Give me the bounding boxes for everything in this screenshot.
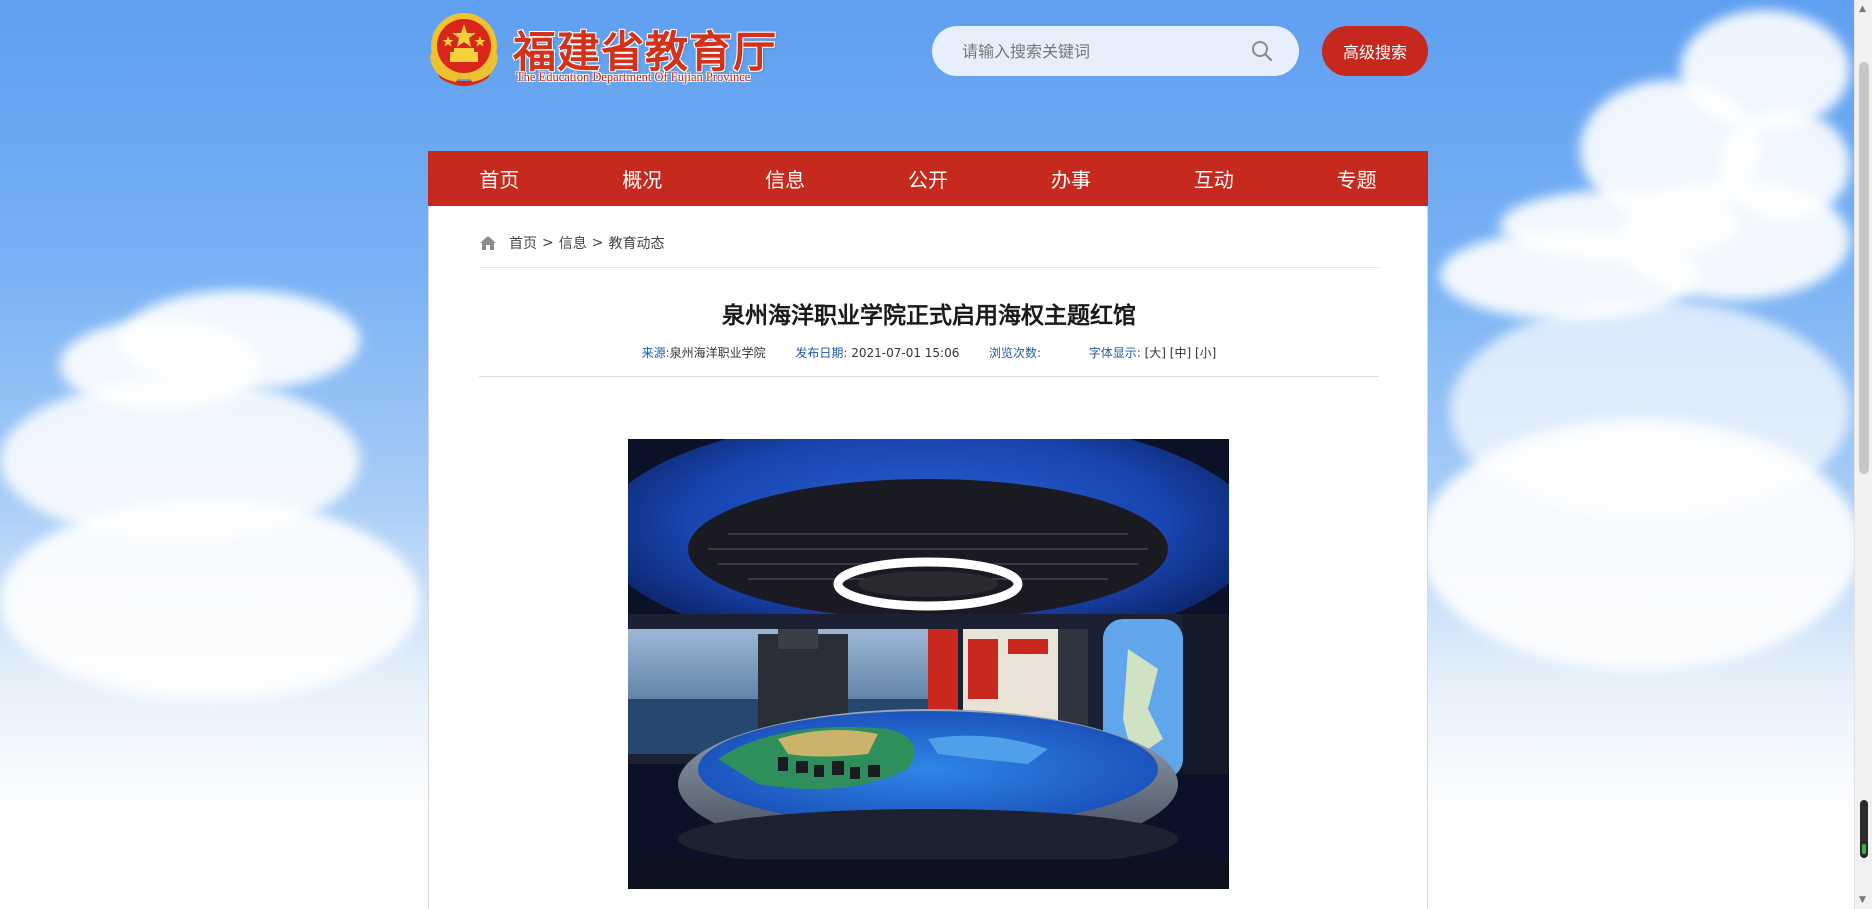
source-label: 来源: bbox=[641, 346, 670, 360]
scroll-up-arrow-icon[interactable]: ▲ bbox=[1859, 4, 1866, 14]
font-size-label: 字体显示: bbox=[1088, 346, 1141, 360]
breadcrumb-home[interactable]: 首页 bbox=[509, 233, 537, 253]
search-icon[interactable] bbox=[1251, 40, 1273, 62]
source-value: 泉州海洋职业学院 bbox=[669, 346, 766, 360]
nav-item-interaction[interactable]: 互动 bbox=[1142, 151, 1285, 206]
nav-item-home[interactable]: 首页 bbox=[428, 151, 571, 206]
home-icon bbox=[480, 235, 496, 250]
scroll-down-arrow-icon[interactable]: ▼ bbox=[1859, 895, 1866, 905]
date-value: 2021-07-01 15:06 bbox=[851, 346, 960, 360]
font-size-small-button[interactable]: [小] bbox=[1195, 346, 1216, 360]
article-photo bbox=[628, 439, 1229, 889]
nav-item-services[interactable]: 办事 bbox=[999, 151, 1142, 206]
breadcrumb: 首页 > 信息 > 教育动态 bbox=[479, 228, 1379, 268]
nav-item-public[interactable]: 公开 bbox=[857, 151, 1000, 206]
date-label: 发布日期: bbox=[795, 346, 848, 360]
scroll-minimap-icon bbox=[1860, 800, 1868, 858]
content-panel: 首页 > 信息 > 教育动态 泉州海洋职业学院正式启用海权主题红馆 来源:泉州海… bbox=[428, 206, 1428, 909]
nav-item-info[interactable]: 信息 bbox=[714, 151, 857, 206]
national-emblem-icon bbox=[430, 13, 498, 86]
views-label: 浏览次数: bbox=[989, 346, 1042, 360]
nav-item-overview[interactable]: 概况 bbox=[571, 151, 714, 206]
breadcrumb-separator: > bbox=[591, 234, 604, 251]
main-nav: 首页 概况 信息 公开 办事 互动 专题 bbox=[428, 151, 1428, 206]
page-scrollbar[interactable]: ▲ ▼ bbox=[1854, 0, 1872, 909]
nav-item-topics[interactable]: 专题 bbox=[1285, 151, 1428, 206]
advanced-search-button[interactable]: 高级搜索 bbox=[1322, 26, 1428, 76]
font-size-medium-button[interactable]: [中] bbox=[1170, 346, 1191, 360]
article-title: 泉州海洋职业学院正式启用海权主题红馆 bbox=[722, 303, 1136, 329]
breadcrumb-education-news[interactable]: 教育动态 bbox=[608, 233, 664, 253]
search-box bbox=[932, 26, 1299, 76]
article-meta: 来源:泉州海洋职业学院 发布日期: 2021-07-01 15:06 浏览次数:… bbox=[479, 344, 1379, 361]
search-input[interactable] bbox=[962, 41, 1232, 61]
site-logo[interactable]: 福建省教育厅 The Education Department Of Fujia… bbox=[428, 10, 778, 90]
font-size-large-button[interactable]: [大] bbox=[1145, 346, 1166, 360]
scroll-thumb[interactable] bbox=[1859, 62, 1869, 474]
breadcrumb-info[interactable]: 信息 bbox=[559, 233, 587, 253]
title-divider bbox=[479, 376, 1379, 377]
logo-subtitle: The Education Department Of Fujian Provi… bbox=[516, 70, 751, 84]
breadcrumb-separator: > bbox=[542, 234, 554, 251]
